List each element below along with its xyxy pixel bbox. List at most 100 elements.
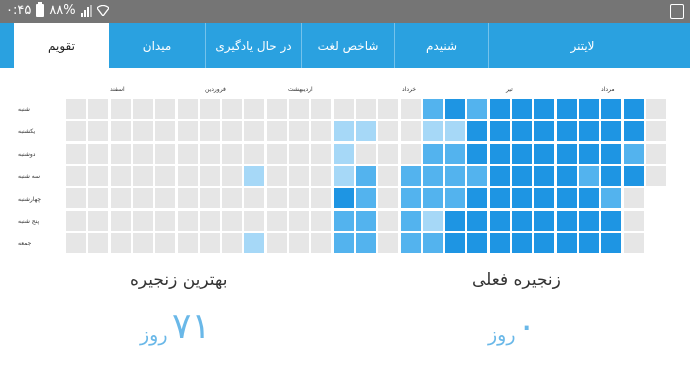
heatmap-cell — [512, 211, 532, 231]
heatmap-cell — [557, 99, 577, 119]
heatmap-cell — [423, 233, 443, 253]
heatmap-cell — [267, 121, 287, 141]
status-left: ۰:۴۵ ۸۸% — [6, 2, 109, 18]
heatmap-cell — [490, 166, 510, 186]
heatmap-cell — [66, 211, 86, 231]
heatmap-cell — [423, 211, 443, 231]
heatmap-cell — [601, 211, 621, 231]
heatmap-cell — [624, 188, 644, 208]
current-streak-title: زنجیره فعلی — [472, 270, 561, 290]
heatmap-cell — [601, 121, 621, 141]
heatmap-cell — [490, 144, 510, 164]
heatmap-cell — [334, 233, 354, 253]
heatmap-cell — [467, 166, 487, 186]
heatmap-cell — [512, 188, 532, 208]
month-label: مرداد — [601, 86, 615, 93]
heatmap-cell — [356, 188, 376, 208]
best-streak-title: بهترین زنجیره — [130, 270, 228, 290]
heatmap-cell — [155, 144, 175, 164]
heatmap-cell — [289, 166, 309, 186]
heatmap-cell — [624, 144, 644, 164]
heatmap-cell — [601, 166, 621, 186]
month-label: تیر — [506, 86, 513, 93]
day-label: جمعه — [18, 240, 32, 247]
heatmap-cell — [445, 121, 465, 141]
heatmap-cell — [222, 166, 242, 186]
heatmap-cell — [378, 211, 398, 231]
tab-calendar[interactable]: تقویم — [14, 23, 109, 68]
battery-level: ۸۸% — [49, 3, 76, 18]
heatmap-cell — [311, 233, 331, 253]
tab-label: تقویم — [48, 38, 75, 53]
heatmap-cell — [624, 121, 644, 141]
heatmap-cell — [557, 166, 577, 186]
tab-learning[interactable]: در حال یادگیری — [205, 23, 301, 68]
heatmap-cell — [356, 166, 376, 186]
heatmap-cell — [512, 233, 532, 253]
heatmap-cell — [88, 144, 108, 164]
heatmap-cell — [133, 233, 153, 253]
heatmap-cell — [111, 166, 131, 186]
current-streak-value: ۰ — [517, 306, 537, 347]
heatmap-cell — [244, 121, 264, 141]
tab-field[interactable]: میدان — [109, 23, 205, 68]
heatmap-cell — [490, 233, 510, 253]
tab-heard[interactable]: شنیدم — [394, 23, 488, 68]
heatmap-cell — [289, 99, 309, 119]
tab-label: شنیدم — [425, 38, 458, 53]
heatmap-cell — [267, 144, 287, 164]
heatmap-cell — [111, 99, 131, 119]
heatmap-cell — [423, 166, 443, 186]
heatmap-cell — [445, 166, 465, 186]
signal-icon — [80, 4, 92, 17]
heatmap-cell — [646, 166, 666, 186]
month-label: خرداد — [402, 86, 417, 93]
heatmap-cell — [534, 99, 554, 119]
heatmap-cell — [624, 166, 644, 186]
heatmap-cell — [624, 99, 644, 119]
heatmap-cell — [88, 233, 108, 253]
heatmap-cell — [467, 211, 487, 231]
heatmap-cell — [200, 99, 220, 119]
heatmap-cell — [601, 233, 621, 253]
heatmap-cell — [334, 188, 354, 208]
heatmap-cell — [557, 211, 577, 231]
heatmap-cell — [579, 188, 599, 208]
heatmap-cell — [311, 144, 331, 164]
heatmap-cell — [334, 99, 354, 119]
heatmap-cell — [490, 188, 510, 208]
heatmap-cell — [646, 121, 666, 141]
tab-label: میدان — [142, 38, 172, 53]
heatmap-cell — [244, 99, 264, 119]
heatmap-cell — [557, 188, 577, 208]
month-label: اردیبهشت — [288, 86, 313, 93]
tab-word-index[interactable]: شاخص لغت — [301, 23, 394, 68]
heatmap-cell — [222, 233, 242, 253]
heatmap-cell — [467, 188, 487, 208]
tab-leitner[interactable]: لایتنر — [488, 23, 676, 68]
heatmap-cell — [200, 144, 220, 164]
heatmap-cell — [66, 233, 86, 253]
heatmap-cell — [178, 233, 198, 253]
heatmap-cell — [178, 188, 198, 208]
tab-label: لایتنر — [570, 38, 595, 53]
heatmap-cell — [155, 99, 175, 119]
heatmap-cell — [601, 188, 621, 208]
heatmap-cell — [557, 121, 577, 141]
day-label: یکشنبه — [18, 128, 36, 135]
heatmap-cell — [356, 144, 376, 164]
heatmap-cell — [267, 166, 287, 186]
heatmap-cell — [378, 188, 398, 208]
heatmap-cell — [222, 211, 242, 231]
heatmap-cell — [200, 211, 220, 231]
status-time: ۰:۴۵ — [6, 3, 32, 18]
heatmap-cell — [378, 121, 398, 141]
heatmap-cell — [334, 121, 354, 141]
heatmap-cell — [200, 166, 220, 186]
heatmap-cell — [66, 166, 86, 186]
heatmap-cell — [445, 188, 465, 208]
heatmap-cell — [601, 144, 621, 164]
heatmap-cell — [311, 121, 331, 141]
heatmap-cell — [111, 233, 131, 253]
day-label: چهارشنبه — [18, 196, 42, 203]
